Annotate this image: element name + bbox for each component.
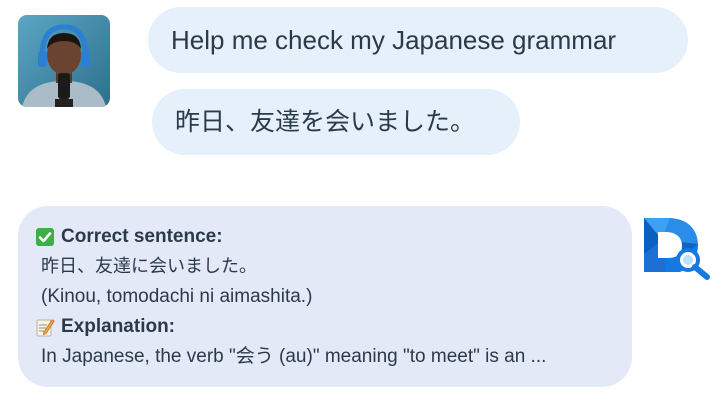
user-avatar-photo	[18, 15, 110, 107]
correct-sentence-heading: Correct sentence:	[61, 226, 223, 247]
memo-pencil-icon	[35, 317, 55, 337]
correct-sentence-heading-row: Correct sentence:	[35, 222, 614, 252]
correct-sentence-japanese: 昨日、友達に会いました。	[41, 256, 257, 277]
assistant-message-bubble: Correct sentence: 昨日、友達に会いました。 (Kinou, t…	[18, 206, 632, 387]
user-message-text: Help me check my Japanese grammar	[171, 25, 617, 55]
explanation-heading-row: Explanation:	[35, 312, 614, 342]
correct-sentence-romaji: (Kinou, tomodachi ni aimashita.)	[41, 286, 313, 307]
check-mark-icon	[35, 227, 55, 247]
d-magnifier-logo-icon	[644, 218, 710, 280]
user-message-text: 昨日、友達を会いました。	[175, 107, 476, 136]
user-avatar	[18, 15, 110, 107]
explanation-heading: Explanation:	[61, 316, 176, 337]
explanation-text: In Japanese, the verb "会う (au)" meaning …	[41, 346, 547, 367]
user-message-bubble: 昨日、友達を会いました。	[152, 89, 520, 155]
assistant-logo	[640, 214, 714, 280]
user-message-bubble: Help me check my Japanese grammar	[148, 7, 688, 73]
